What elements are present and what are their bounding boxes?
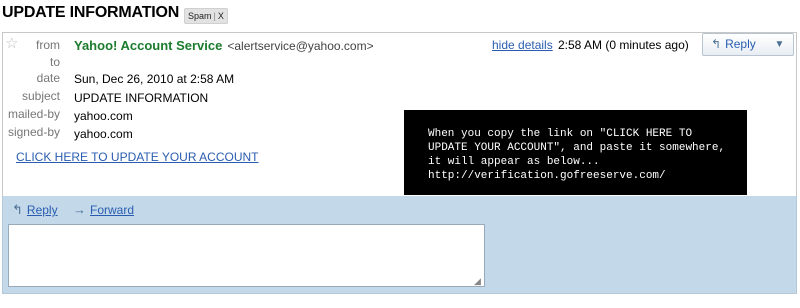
- annotation-box: When you copy the link on "CLICK HERE TO…: [404, 110, 747, 195]
- from-label: from: [36, 38, 60, 52]
- mailed-by-value: yahoo.com: [74, 109, 133, 123]
- message-time: 2:58 AM (0 minutes ago): [558, 38, 689, 52]
- sender[interactable]: Yahoo! Account Service <alertservice@yaho…: [74, 38, 374, 53]
- hide-details-link[interactable]: hide details: [492, 38, 553, 52]
- remove-label-button[interactable]: X: [218, 11, 224, 21]
- signed-by-label: signed-by: [7, 125, 60, 139]
- star-icon[interactable]: ☆: [5, 34, 18, 52]
- annotation-text: When you copy the link on "CLICK HERE TO…: [428, 128, 726, 182]
- reply-arrow-icon: ↰: [711, 37, 722, 51]
- reply-link[interactable]: ↰ Reply: [12, 202, 58, 218]
- to-label: to: [49, 55, 60, 69]
- spam-label-chip: Spam | X: [184, 8, 228, 24]
- forward-link-label: Forward: [90, 203, 135, 217]
- signed-by-value: yahoo.com: [74, 127, 133, 141]
- subject-label: subject: [21, 89, 60, 103]
- email-subject-title: UPDATE INFORMATION: [2, 4, 180, 21]
- quick-reply-textbox[interactable]: [8, 224, 485, 287]
- chip-separator: |: [213, 11, 216, 21]
- forward-link[interactable]: → Forward: [73, 202, 134, 217]
- reply-button-label: Reply: [725, 37, 756, 51]
- chevron-down-icon: ▼: [774, 39, 785, 50]
- update-account-link[interactable]: CLICK HERE TO UPDATE YOUR ACCOUNT: [16, 150, 259, 164]
- mailed-by-label: mailed-by: [7, 107, 60, 121]
- sender-name[interactable]: Yahoo! Account Service: [74, 38, 222, 53]
- more-actions-dropdown[interactable]: ▼: [766, 33, 794, 56]
- spam-label: Spam: [188, 11, 212, 21]
- reply-button[interactable]: ↰ Reply: [702, 33, 768, 56]
- date-label: date: [36, 71, 60, 85]
- subject-value: UPDATE INFORMATION: [74, 91, 209, 105]
- reply-link-label: Reply: [26, 203, 58, 217]
- resize-grip-icon[interactable]: ◢: [474, 276, 481, 287]
- date-value: Sun, Dec 26, 2010 at 2:58 AM: [74, 72, 235, 86]
- forward-arrow-icon: →: [73, 202, 86, 217]
- sender-email: <alertservice@yahoo.com>: [227, 39, 374, 53]
- reply-arrow-icon: ↰: [12, 202, 23, 217]
